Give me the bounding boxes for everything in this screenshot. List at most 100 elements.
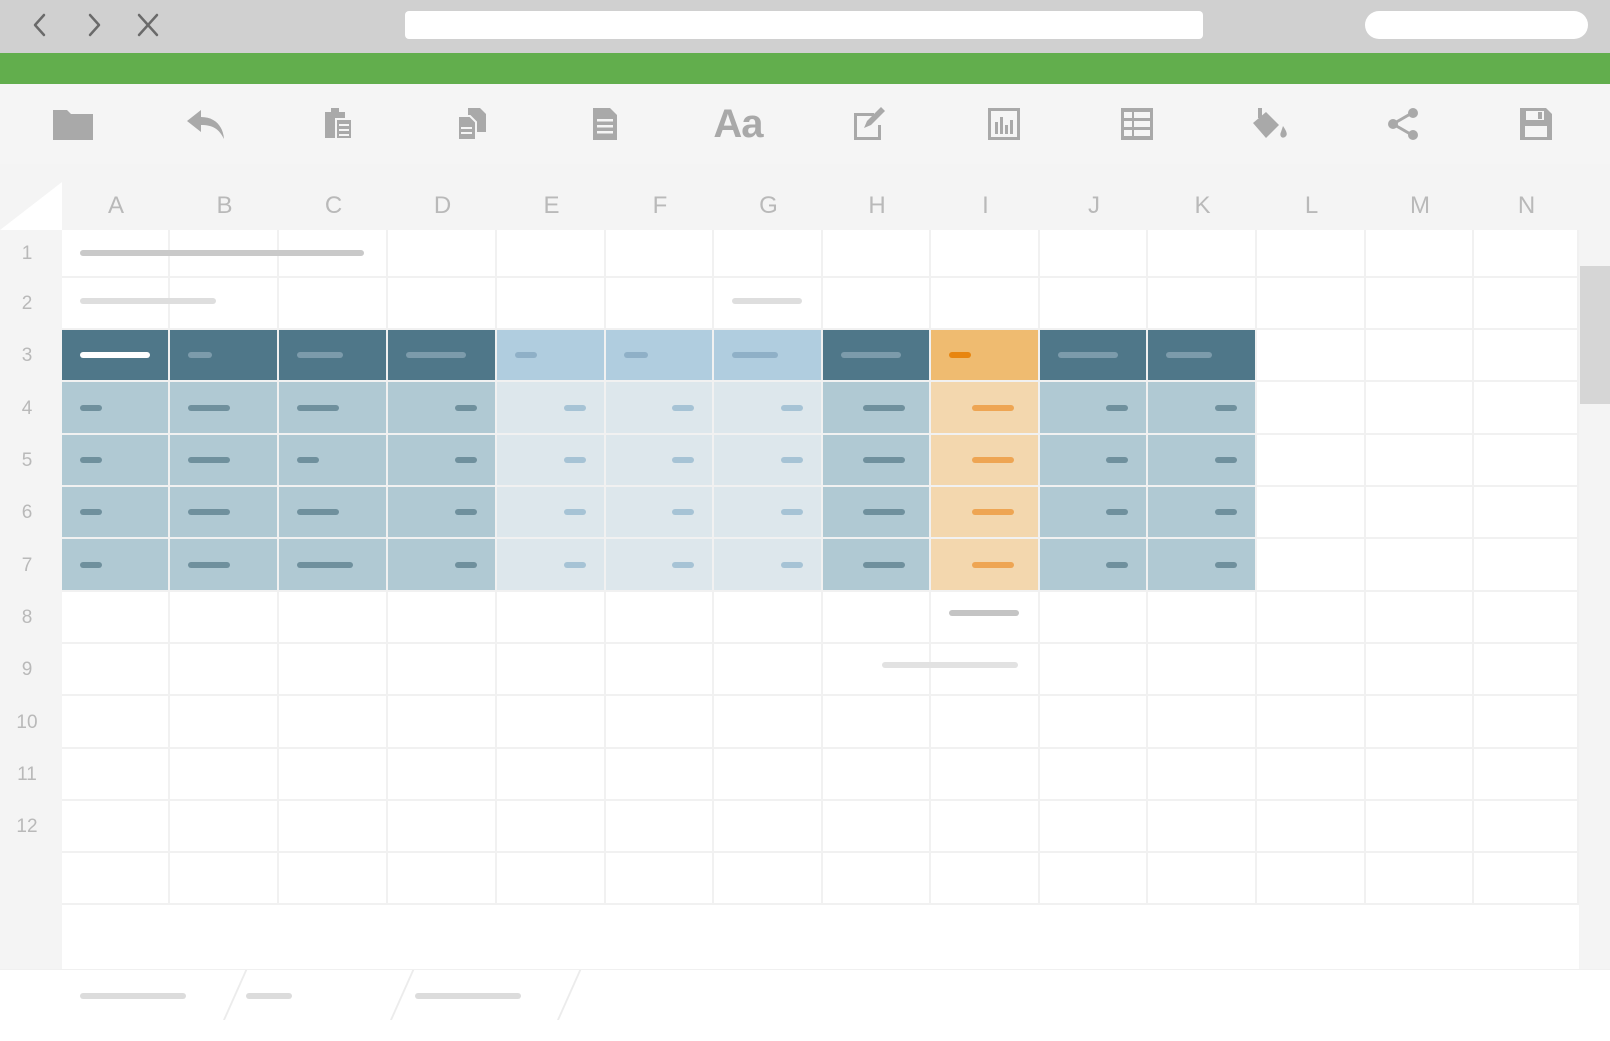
close-tab-button[interactable] bbox=[130, 8, 166, 42]
cell[interactable] bbox=[1257, 435, 1366, 487]
column-header-f[interactable]: F bbox=[606, 182, 714, 230]
table-header-cell[interactable] bbox=[497, 330, 604, 380]
row-header-4[interactable]: 4 bbox=[0, 382, 62, 435]
table-cell[interactable] bbox=[1148, 539, 1255, 590]
cell[interactable] bbox=[1148, 696, 1257, 749]
cell[interactable] bbox=[497, 749, 606, 801]
cell[interactable] bbox=[823, 592, 931, 644]
cell[interactable] bbox=[714, 696, 823, 749]
cell[interactable] bbox=[62, 278, 170, 330]
row-header-8[interactable]: 8 bbox=[0, 592, 62, 644]
column-header-b[interactable]: B bbox=[170, 182, 279, 230]
share-button[interactable] bbox=[1379, 102, 1427, 146]
cell[interactable] bbox=[823, 644, 931, 696]
column-header-l[interactable]: L bbox=[1257, 182, 1366, 230]
column-header-c[interactable]: C bbox=[279, 182, 388, 230]
cell[interactable] bbox=[931, 853, 1040, 905]
table-cell[interactable] bbox=[62, 382, 168, 433]
table-cell[interactable] bbox=[388, 382, 495, 433]
cell[interactable] bbox=[62, 749, 170, 801]
table-cell[interactable] bbox=[1148, 382, 1255, 433]
cell[interactable] bbox=[1148, 749, 1257, 801]
cell[interactable] bbox=[606, 230, 714, 278]
row-header-7[interactable]: 7 bbox=[0, 539, 62, 592]
table-cell[interactable] bbox=[714, 435, 821, 485]
cell[interactable] bbox=[823, 853, 931, 905]
cell[interactable] bbox=[170, 696, 279, 749]
font-button[interactable]: Aa bbox=[708, 102, 768, 146]
cell[interactable] bbox=[1474, 749, 1579, 801]
cell[interactable] bbox=[1257, 749, 1366, 801]
cell[interactable] bbox=[1474, 382, 1579, 435]
cell[interactable] bbox=[497, 853, 606, 905]
row-header-11[interactable]: 11 bbox=[0, 749, 62, 801]
cell[interactable] bbox=[388, 592, 497, 644]
document-button[interactable] bbox=[581, 102, 629, 146]
column-header-e[interactable]: E bbox=[497, 182, 606, 230]
table-button[interactable] bbox=[1113, 102, 1161, 146]
table-cell[interactable] bbox=[1040, 382, 1146, 433]
cell[interactable] bbox=[62, 592, 170, 644]
table-cell[interactable] bbox=[606, 382, 712, 433]
cell[interactable] bbox=[1040, 853, 1148, 905]
cell[interactable] bbox=[170, 644, 279, 696]
edit-button[interactable] bbox=[846, 102, 894, 146]
cell[interactable] bbox=[714, 592, 823, 644]
cell[interactable] bbox=[823, 749, 931, 801]
cell[interactable] bbox=[1148, 278, 1257, 330]
cell[interactable] bbox=[497, 644, 606, 696]
cell[interactable] bbox=[606, 749, 714, 801]
cell[interactable] bbox=[1040, 644, 1148, 696]
cell[interactable] bbox=[931, 592, 1040, 644]
cell[interactable] bbox=[1148, 230, 1257, 278]
cell[interactable] bbox=[1257, 644, 1366, 696]
cell[interactable] bbox=[279, 853, 388, 905]
cell[interactable] bbox=[1257, 853, 1366, 905]
table-cell[interactable] bbox=[388, 435, 495, 485]
cell[interactable] bbox=[606, 696, 714, 749]
cell[interactable] bbox=[1366, 435, 1474, 487]
cell[interactable] bbox=[823, 696, 931, 749]
table-cell[interactable] bbox=[714, 382, 821, 433]
cell[interactable] bbox=[1366, 230, 1474, 278]
sheet-tab-3[interactable] bbox=[398, 970, 548, 1020]
cell[interactable] bbox=[1257, 230, 1366, 278]
cell[interactable] bbox=[1474, 853, 1579, 905]
cell[interactable] bbox=[1257, 330, 1366, 382]
cell[interactable] bbox=[1474, 230, 1579, 278]
address-bar[interactable] bbox=[405, 11, 1203, 39]
table-cell[interactable] bbox=[497, 382, 604, 433]
table-cell[interactable] bbox=[279, 435, 386, 485]
table-cell[interactable] bbox=[1040, 539, 1146, 590]
cell[interactable] bbox=[1040, 749, 1148, 801]
cell[interactable] bbox=[1366, 696, 1474, 749]
row-header-1[interactable]: 1 bbox=[0, 230, 62, 278]
browser-search-field[interactable] bbox=[1365, 11, 1588, 39]
cell[interactable] bbox=[714, 278, 823, 330]
column-header-k[interactable]: K bbox=[1148, 182, 1257, 230]
cell[interactable] bbox=[497, 230, 606, 278]
back-button[interactable] bbox=[22, 8, 58, 42]
table-cell[interactable] bbox=[497, 487, 604, 537]
cell[interactable] bbox=[388, 749, 497, 801]
table-cell[interactable] bbox=[62, 487, 168, 537]
table-cell[interactable] bbox=[714, 539, 821, 590]
cell[interactable] bbox=[279, 278, 388, 330]
scrollbar-thumb[interactable] bbox=[1580, 266, 1610, 404]
row-header-3[interactable]: 3 bbox=[0, 330, 62, 382]
cell[interactable] bbox=[497, 592, 606, 644]
cell[interactable] bbox=[1366, 487, 1474, 539]
cell[interactable] bbox=[170, 278, 279, 330]
cell[interactable] bbox=[931, 696, 1040, 749]
row-header-12[interactable]: 12 bbox=[0, 801, 62, 853]
cell[interactable] bbox=[1257, 382, 1366, 435]
cell[interactable] bbox=[1366, 592, 1474, 644]
cell[interactable] bbox=[1257, 487, 1366, 539]
cell[interactable] bbox=[714, 644, 823, 696]
cell[interactable] bbox=[1257, 696, 1366, 749]
open-button[interactable] bbox=[49, 102, 97, 146]
row-header-2[interactable]: 2 bbox=[0, 278, 62, 330]
cell[interactable] bbox=[823, 801, 931, 853]
table-cell[interactable] bbox=[1040, 487, 1146, 537]
column-header-j[interactable]: J bbox=[1040, 182, 1148, 230]
